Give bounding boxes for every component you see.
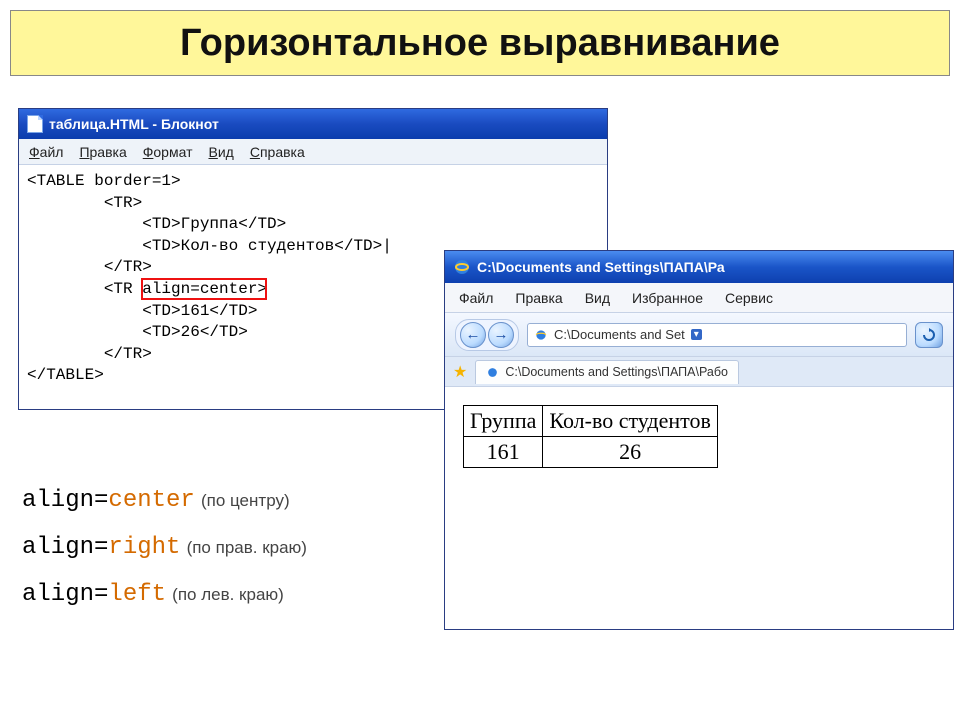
refresh-button[interactable] — [915, 322, 943, 348]
code-line-7: <TD>26</TD> — [27, 323, 248, 341]
table-row: Группа Кол-во студентов — [464, 406, 718, 437]
notepad-menu: Файл Правка Формат Вид Справка — [19, 139, 607, 165]
legend-row: align=right (по прав. краю) — [22, 525, 307, 572]
align-legend: align=center (по центру) align=right (по… — [22, 478, 307, 618]
ie-icon-tab — [486, 366, 499, 379]
legend-key: align= — [22, 487, 108, 514]
notepad-titlebar[interactable]: таблица.HTML - Блокнот — [19, 109, 607, 139]
code-line-0: <TABLE border=1> — [27, 172, 181, 190]
address-dropdown-icon[interactable]: ▾ — [691, 329, 702, 340]
td-count: 26 — [543, 437, 717, 468]
legend-key: align= — [22, 534, 108, 561]
tab-label: C:\Documents and Settings\ПАПА\Рабо — [505, 365, 728, 379]
menu-edit[interactable]: Правка — [79, 144, 126, 160]
ie-menu-fav[interactable]: Избранное — [632, 290, 703, 306]
ie-menu-edit[interactable]: Правка — [515, 290, 562, 306]
ie-tabstrip: ★ C:\Documents and Settings\ПАПА\Рабо — [445, 357, 953, 387]
forward-button[interactable]: → — [488, 322, 514, 348]
highlight-box — [141, 278, 267, 300]
legend-desc: (по прав. краю) — [187, 538, 307, 557]
ie-toolbar: ← → C:\Documents and Set ▾ — [445, 313, 953, 357]
ie-titlebar[interactable]: C:\Documents and Settings\ПАПА\Ра — [445, 251, 953, 283]
sample-table: Группа Кол-во студентов 161 26 — [463, 405, 718, 468]
code-line-9: </TABLE> — [27, 366, 104, 384]
table-row: 161 26 — [464, 437, 718, 468]
ie-menu-file[interactable]: Файл — [459, 290, 493, 306]
refresh-icon — [922, 328, 936, 342]
legend-val: left — [108, 581, 166, 608]
address-bar[interactable]: C:\Documents and Set ▾ — [527, 323, 907, 347]
menu-view[interactable]: Вид — [208, 144, 233, 160]
ie-icon — [453, 258, 471, 276]
ie-window: C:\Documents and Settings\ПАПА\Ра Файл П… — [444, 250, 954, 630]
browser-tab[interactable]: C:\Documents and Settings\ПАПА\Рабо — [475, 360, 739, 384]
legend-key: align= — [22, 581, 108, 608]
code-line-6: <TD>161</TD> — [27, 302, 257, 320]
th-count: Кол-во студентов — [543, 406, 717, 437]
legend-desc: (по лев. краю) — [172, 585, 284, 604]
ie-title-text: C:\Documents and Settings\ПАПА\Ра — [477, 259, 725, 275]
address-text: C:\Documents and Set — [554, 327, 685, 342]
favorites-star-icon[interactable]: ★ — [453, 362, 467, 382]
ie-icon-small — [534, 328, 548, 342]
notepad-title-text: таблица.HTML - Блокнот — [49, 116, 219, 132]
back-button[interactable]: ← — [460, 322, 486, 348]
code-line-4: </TR> — [27, 258, 152, 276]
legend-val: center — [108, 487, 194, 514]
slide-title: Горизонтальное выравнивание — [180, 22, 780, 65]
menu-file[interactable]: Файл — [29, 144, 63, 160]
menu-help[interactable]: Справка — [250, 144, 305, 160]
code-line-1: <TR> — [27, 194, 142, 212]
slide-title-bar: Горизонтальное выравнивание — [10, 10, 950, 76]
ie-menu-tools[interactable]: Сервис — [725, 290, 773, 306]
legend-row: align=center (по центру) — [22, 478, 307, 525]
code-line-2: <TD>Группа</TD> — [27, 215, 286, 233]
ie-body: Группа Кол-во студентов 161 26 — [445, 387, 953, 629]
slide: Горизонтальное выравнивание таблица.HTML… — [0, 0, 960, 720]
td-group: 161 — [464, 437, 543, 468]
ie-menu: Файл Правка Вид Избранное Сервис — [445, 283, 953, 313]
th-group: Группа — [464, 406, 543, 437]
code-line-8: </TR> — [27, 345, 152, 363]
menu-format[interactable]: Формат — [143, 144, 193, 160]
ie-menu-view[interactable]: Вид — [585, 290, 610, 306]
code-line-3: <TD>Кол-во студентов</TD>| — [27, 237, 392, 255]
legend-row: align=left (по лев. краю) — [22, 572, 307, 619]
nav-group: ← → — [455, 319, 519, 351]
legend-val: right — [108, 534, 180, 561]
legend-desc: (по центру) — [201, 491, 290, 510]
document-icon — [27, 115, 43, 133]
